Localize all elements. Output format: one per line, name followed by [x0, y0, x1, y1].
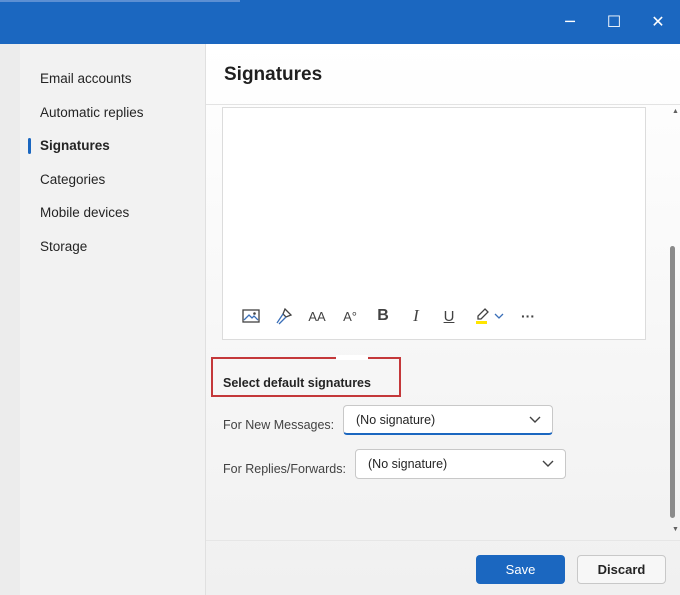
insert-image-icon[interactable] [239, 304, 263, 328]
new-messages-signature-select[interactable]: (No signature) [343, 405, 553, 435]
chevron-down-icon [529, 416, 541, 423]
bold-icon[interactable]: B [371, 304, 395, 328]
discard-button[interactable]: Discard [577, 555, 666, 584]
title-bar: ─ ☐ ✕ [0, 0, 680, 44]
settings-sidebar: Email accounts Automatic replies Signatu… [20, 44, 206, 595]
sidebar-item-automatic-replies[interactable]: Automatic replies [40, 105, 144, 120]
footer-divider [206, 540, 680, 541]
new-messages-selected-value: (No signature) [356, 413, 436, 427]
scroll-up-arrow-icon[interactable]: ▲ [672, 108, 679, 115]
format-painter-icon[interactable] [272, 304, 296, 328]
more-options-icon[interactable]: ··· [516, 304, 540, 328]
replies-forwards-selected-value: (No signature) [368, 457, 448, 471]
annotation-box-gap [336, 355, 368, 360]
minimize-button[interactable]: ─ [560, 12, 580, 32]
header-divider [206, 104, 680, 105]
sidebar-item-signatures[interactable]: Signatures [40, 138, 110, 153]
superscript-icon[interactable]: A° [338, 304, 362, 328]
replies-forwards-signature-select[interactable]: (No signature) [355, 449, 566, 479]
sidebar-item-storage[interactable]: Storage [40, 239, 87, 254]
save-button[interactable]: Save [476, 555, 565, 584]
scrollbar-thumb[interactable] [670, 246, 675, 518]
chevron-down-icon [542, 460, 554, 467]
highlight-dropdown-chevron-icon[interactable] [491, 304, 507, 328]
signature-editor[interactable]: AA A° B I U ··· [222, 107, 646, 340]
signatures-panel: Signatures AA A° B I U ··· ▲ ▼ Select de… [206, 44, 680, 595]
sidebar-item-categories[interactable]: Categories [40, 172, 105, 187]
default-signatures-heading: Select default signatures [223, 376, 371, 390]
font-size-icon[interactable]: AA [305, 304, 329, 328]
sidebar-item-mobile-devices[interactable]: Mobile devices [40, 205, 129, 220]
editor-toolbar: AA A° B I U ··· [235, 304, 555, 330]
scroll-down-arrow-icon[interactable]: ▼ [672, 526, 679, 533]
page-title: Signatures [224, 64, 323, 85]
underline-icon[interactable]: U [437, 304, 461, 328]
title-bar-accent-line [0, 0, 240, 2]
maximize-button[interactable]: ☐ [604, 12, 624, 32]
italic-icon[interactable]: I [404, 304, 428, 328]
close-button[interactable]: ✕ [648, 12, 668, 32]
active-nav-indicator [28, 138, 31, 154]
sidebar-item-email-accounts[interactable]: Email accounts [40, 71, 132, 86]
replies-forwards-label: For Replies/Forwards: [223, 462, 346, 476]
new-messages-label: For New Messages: [223, 418, 335, 432]
